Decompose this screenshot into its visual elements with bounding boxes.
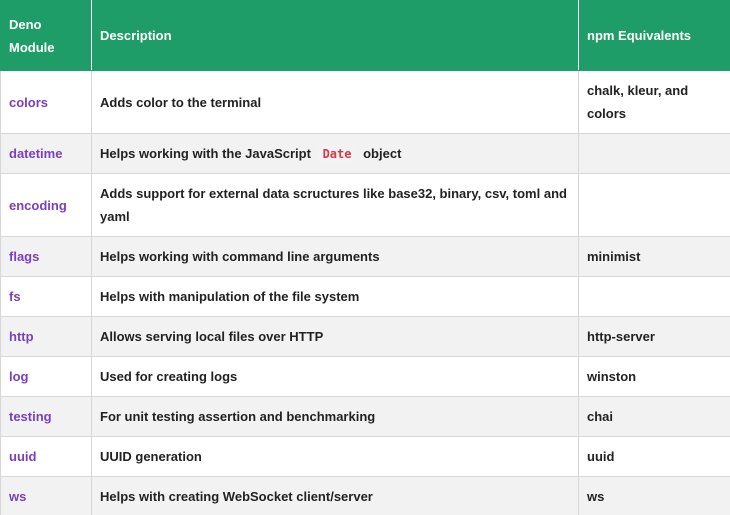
module-description: Used for creating logs <box>91 356 579 397</box>
module-name: encoding <box>0 173 92 237</box>
npm-equivalent: uuid <box>578 436 730 477</box>
module-name: colors <box>0 70 92 134</box>
npm-equivalent: ws <box>578 476 730 515</box>
deno-modules-table: Deno Module Description npm Equivalents … <box>0 0 730 515</box>
module-name: ws <box>0 476 92 515</box>
module-name: log <box>0 356 92 397</box>
module-description: UUID generation <box>91 436 579 477</box>
table-row: log Used for creating logs winston <box>0 356 730 397</box>
module-description: Allows serving local files over HTTP <box>91 316 579 357</box>
description-text: object <box>363 145 402 161</box>
module-name: fs <box>0 276 92 317</box>
module-description: For unit testing assertion and benchmark… <box>91 396 579 437</box>
npm-equivalent: chai <box>578 396 730 437</box>
module-name: flags <box>0 236 92 277</box>
description-text: Helps working with the JavaScript <box>100 145 311 161</box>
table-row: encoding Adds support for external data … <box>0 173 730 237</box>
npm-equivalent <box>578 276 730 317</box>
table-body: colors Adds color to the terminal chalk,… <box>0 70 730 515</box>
module-description: Helps with creating WebSocket client/ser… <box>91 476 579 515</box>
header-description: Description <box>91 0 579 71</box>
module-name: datetime <box>0 133 92 174</box>
npm-equivalent: winston <box>578 356 730 397</box>
inline-code: Date <box>317 145 357 162</box>
npm-equivalent: chalk, kleur, and colors <box>578 70 730 134</box>
table-row: uuid UUID generation uuid <box>0 436 730 477</box>
table-row: datetime Helps working with the JavaScri… <box>0 133 730 174</box>
table-row: colors Adds color to the terminal chalk,… <box>0 70 730 134</box>
npm-equivalent: minimist <box>578 236 730 277</box>
table-row: testing For unit testing assertion and b… <box>0 396 730 437</box>
npm-equivalent: http-server <box>578 316 730 357</box>
table-row: fs Helps with manipulation of the file s… <box>0 276 730 317</box>
npm-equivalent <box>578 173 730 237</box>
table-header: Deno Module Description npm Equivalents <box>0 0 730 71</box>
table-row: ws Helps with creating WebSocket client/… <box>0 476 730 515</box>
module-name: testing <box>0 396 92 437</box>
module-description: Adds support for external data scructure… <box>91 173 579 237</box>
header-deno-module: Deno Module <box>0 0 92 71</box>
table-row: http Allows serving local files over HTT… <box>0 316 730 357</box>
npm-equivalent <box>578 133 730 174</box>
header-npm-equivalents: npm Equivalents <box>578 0 730 71</box>
module-name: uuid <box>0 436 92 477</box>
header-row: Deno Module Description npm Equivalents <box>0 0 730 71</box>
table-row: flags Helps working with command line ar… <box>0 236 730 277</box>
module-description: Helps working with command line argument… <box>91 236 579 277</box>
module-description: Adds color to the terminal <box>91 70 579 134</box>
module-name: http <box>0 316 92 357</box>
module-description: Helps working with the JavaScript Date o… <box>91 133 579 174</box>
module-description: Helps with manipulation of the file syst… <box>91 276 579 317</box>
